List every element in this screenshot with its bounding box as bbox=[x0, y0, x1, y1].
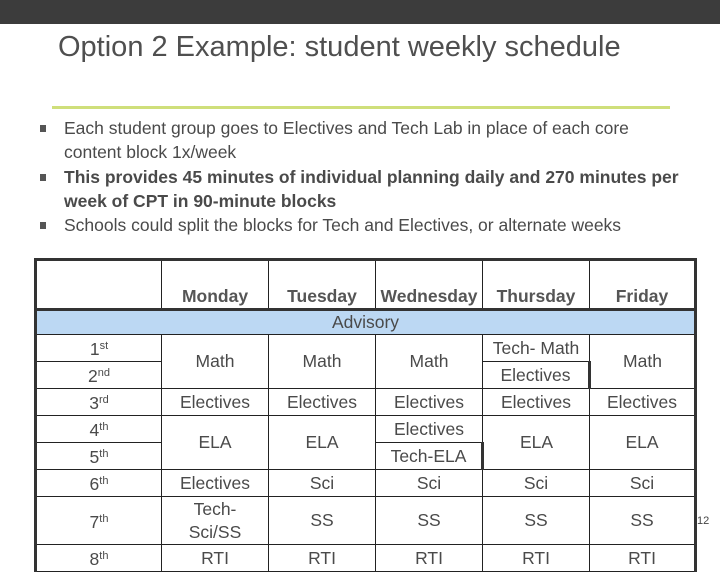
square-bullet-icon bbox=[40, 173, 46, 181]
bullet-text: This provides 45 minutes of individual p… bbox=[64, 166, 679, 211]
period-label: 4th bbox=[34, 415, 162, 443]
cell-tuesday: Math bbox=[268, 334, 376, 389]
cell-tuesday: ELA bbox=[268, 415, 376, 470]
square-bullet-icon bbox=[40, 222, 46, 230]
square-bullet-icon bbox=[40, 125, 46, 132]
bullet-list: Each student group goes to Electives and… bbox=[40, 116, 680, 237]
cell-thursday: Sci bbox=[482, 469, 590, 497]
cell-monday-text: Tech- Sci/SS bbox=[188, 498, 242, 542]
cell-wednesday: Electives bbox=[375, 388, 483, 416]
cell-monday: RTI bbox=[161, 544, 269, 572]
cell-thursday: RTI bbox=[482, 544, 590, 572]
cell-monday: Math bbox=[161, 334, 269, 389]
cell-friday: Electives bbox=[589, 388, 697, 416]
cell-wednesday: Tech-ELA bbox=[375, 442, 484, 470]
cell-tuesday: Sci bbox=[268, 469, 376, 497]
bullet-item: Schools could split the blocks for Tech … bbox=[40, 213, 680, 237]
bullet-text: Each student group goes to Electives and… bbox=[64, 118, 629, 163]
cell-friday: Sci bbox=[589, 469, 697, 497]
header-row: Monday Tuesday Wednesday Thursday Friday bbox=[34, 258, 697, 311]
period-label: 6th bbox=[34, 469, 162, 497]
bullet-item: Each student group goes to Electives and… bbox=[40, 116, 680, 165]
header-tuesday: Tuesday bbox=[268, 258, 376, 311]
cell-wednesday: Electives bbox=[375, 415, 483, 443]
cell-monday: Tech- Sci/SS bbox=[161, 496, 269, 545]
advisory-cell: Advisory bbox=[34, 309, 697, 335]
weekly-schedule-table: Monday Tuesday Wednesday Thursday Friday… bbox=[34, 258, 697, 572]
header-friday: Friday bbox=[589, 258, 697, 311]
period-label: 5th bbox=[34, 442, 162, 470]
period-label: 7th bbox=[34, 496, 162, 545]
cell-monday: Electives bbox=[161, 469, 269, 497]
header-monday: Monday bbox=[161, 258, 269, 311]
title-underline bbox=[52, 106, 670, 109]
cell-wednesday: SS bbox=[375, 496, 483, 545]
table-row: 6th Electives Sci Sci Sci Sci bbox=[34, 469, 697, 497]
header-period bbox=[34, 258, 162, 311]
cell-thursday: Electives bbox=[482, 388, 590, 416]
bullet-text: Schools could split the blocks for Tech … bbox=[64, 215, 622, 236]
cell-tuesday: SS bbox=[268, 496, 376, 545]
table-row: 1st Math Math Math Tech- Math Math bbox=[34, 334, 697, 389]
period-label: 8th bbox=[34, 544, 162, 572]
cell-friday: RTI bbox=[589, 544, 697, 572]
cell-friday: ELA bbox=[589, 415, 697, 470]
table-row: 7th Tech- Sci/SS SS SS SS SS bbox=[34, 496, 697, 545]
period-label: 1st bbox=[34, 334, 162, 362]
top-bar bbox=[0, 0, 720, 24]
cell-wednesday: RTI bbox=[375, 544, 483, 572]
table-row: 8th RTI RTI RTI RTI RTI bbox=[34, 544, 697, 572]
cell-monday: Electives bbox=[161, 388, 269, 416]
cell-thursday: SS bbox=[482, 496, 590, 545]
cell-tuesday: Electives bbox=[268, 388, 376, 416]
cell-thursday: Tech- Math bbox=[482, 334, 590, 362]
cell-thursday: ELA bbox=[482, 415, 590, 470]
table-row: 3rd Electives Electives Electives Electi… bbox=[34, 388, 697, 416]
cell-monday: ELA bbox=[161, 415, 269, 470]
cell-friday: Math bbox=[589, 334, 697, 389]
header-thursday: Thursday bbox=[482, 258, 590, 311]
period-label: 3rd bbox=[34, 388, 162, 416]
cell-wednesday: Math bbox=[375, 334, 483, 389]
period-label: 2nd bbox=[34, 361, 162, 389]
table-row: 4th ELA ELA Electives ELA ELA bbox=[34, 415, 697, 470]
header-wednesday-label: Wednesday bbox=[380, 286, 478, 306]
cell-wednesday: Sci bbox=[375, 469, 483, 497]
cell-thursday: Electives bbox=[482, 361, 591, 389]
bullet-item: This provides 45 minutes of individual p… bbox=[40, 165, 680, 214]
slide-title: Option 2 Example: student weekly schedul… bbox=[58, 31, 621, 63]
cell-friday: SS bbox=[589, 496, 697, 545]
advisory-row: Advisory bbox=[34, 309, 697, 335]
cell-tuesday: RTI bbox=[268, 544, 376, 572]
page-number: 12 bbox=[697, 515, 710, 527]
header-wednesday: Wednesday bbox=[375, 258, 483, 311]
